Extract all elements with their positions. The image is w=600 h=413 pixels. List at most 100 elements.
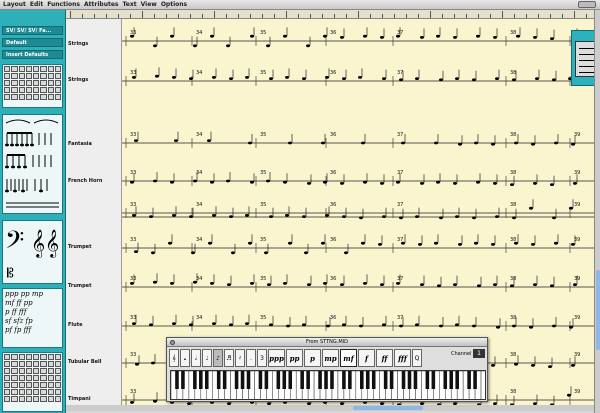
tool-icon[interactable] <box>11 73 18 79</box>
piano-black-key[interactable] <box>365 371 370 389</box>
symbol-icon[interactable] <box>47 361 54 367</box>
symbol-icon[interactable] <box>47 389 54 395</box>
symbol-icon[interactable] <box>11 354 18 360</box>
symbol-icon[interactable] <box>40 375 47 381</box>
vertical-scroll-thumb[interactable] <box>596 270 600 350</box>
dynamic-mp-button[interactable]: mp <box>322 349 339 367</box>
symbol-icon[interactable] <box>4 382 11 388</box>
dynamics-row[interactable]: p ff fff <box>5 308 60 317</box>
symbol-icon[interactable] <box>33 389 40 395</box>
symbol-icon[interactable] <box>11 382 18 388</box>
tool-icon[interactable] <box>33 66 40 72</box>
floating-part-box-contents[interactable] <box>575 41 594 77</box>
piano-black-key[interactable] <box>175 371 179 389</box>
menu-text[interactable]: Text <box>122 1 136 8</box>
tool-icon[interactable] <box>4 73 11 79</box>
piano-black-key[interactable] <box>407 371 412 389</box>
menu-options[interactable]: Options <box>161 1 187 8</box>
piano-black-key[interactable] <box>389 371 394 389</box>
tool-icon[interactable] <box>4 94 11 100</box>
dynamics-row[interactable]: sf sfz fp <box>5 317 60 326</box>
symbol-icon[interactable] <box>18 368 25 374</box>
piano-black-key[interactable] <box>318 371 322 389</box>
dynamic-f-button[interactable]: f <box>358 349 375 367</box>
piano-black-key[interactable] <box>473 371 477 389</box>
piano-black-key[interactable] <box>443 371 448 389</box>
tool-icon[interactable] <box>25 80 32 86</box>
menu-functions[interactable]: Functions <box>47 1 80 8</box>
piano-black-key[interactable] <box>360 371 364 389</box>
piano-black-key[interactable] <box>467 371 471 389</box>
palette-selector-button[interactable]: SV/ SV/ SV/ Fa... <box>2 26 63 35</box>
symbol-icon[interactable] <box>11 396 18 402</box>
tool-icon[interactable] <box>11 94 18 100</box>
piano-black-key[interactable] <box>306 371 310 389</box>
quantize-button[interactable]: Q <box>412 349 422 367</box>
symbol-icon[interactable] <box>40 389 47 395</box>
tool-icon[interactable] <box>40 73 47 79</box>
tool-icon[interactable] <box>54 80 61 86</box>
tool-icon[interactable] <box>40 87 47 93</box>
default-button[interactable]: Default <box>2 38 63 47</box>
dynamics-row[interactable]: pf fp fff <box>5 326 60 335</box>
tool-icon[interactable] <box>18 73 25 79</box>
menu-layout[interactable]: Layout <box>3 1 26 8</box>
symbol-icon[interactable] <box>47 368 54 374</box>
symbol-icon[interactable] <box>33 382 40 388</box>
symbol-icon[interactable] <box>54 389 61 395</box>
clef-icons[interactable]: 𝄢 𝄞 𝄞 𝄡 <box>3 221 62 283</box>
piano-black-key[interactable] <box>431 371 436 389</box>
piano-black-key[interactable] <box>234 371 239 389</box>
dynamic-mf-button[interactable]: mf <box>340 349 357 367</box>
half-note-button[interactable]: 𝅗𝅥 <box>191 349 201 367</box>
symbol-icon[interactable] <box>25 389 32 395</box>
symbol-icon[interactable] <box>4 368 11 374</box>
symbol-icon[interactable] <box>54 354 61 360</box>
piano-black-key[interactable] <box>348 371 352 389</box>
symbol-icon[interactable] <box>54 382 61 388</box>
triplet-button[interactable]: 3 <box>257 349 267 367</box>
tool-icon[interactable] <box>18 66 25 72</box>
tool-icon[interactable] <box>54 87 61 93</box>
whole-note-button[interactable]: 𝅝 <box>180 349 190 367</box>
symbol-icon[interactable] <box>47 375 54 381</box>
tool-icon[interactable] <box>47 80 54 86</box>
tool-icon[interactable] <box>11 87 18 93</box>
symbol-icon[interactable] <box>11 389 18 395</box>
symbol-icon[interactable] <box>33 396 40 402</box>
symbol-icon[interactable] <box>4 389 11 395</box>
window-zoom-button[interactable] <box>578 1 596 8</box>
symbol-icon[interactable] <box>25 361 32 367</box>
quarter-note-button[interactable]: ♩ <box>202 349 212 367</box>
dynamic-ppp-button[interactable]: ppp <box>268 349 285 367</box>
tool-icon[interactable] <box>11 66 18 72</box>
piano-black-key[interactable] <box>199 371 203 389</box>
dynamic-pp-button[interactable]: pp <box>286 349 303 367</box>
tool-icon[interactable] <box>25 94 32 100</box>
symbol-icon[interactable] <box>25 354 32 360</box>
bar-ruler[interactable] <box>66 10 594 19</box>
piano-black-key[interactable] <box>216 371 221 389</box>
eighth-note-button[interactable]: ♪ <box>213 349 223 367</box>
symbol-icon[interactable] <box>18 375 25 381</box>
symbol-icon[interactable] <box>40 382 47 388</box>
piano-black-key[interactable] <box>383 371 388 389</box>
horizontal-scrollbar[interactable] <box>66 405 594 411</box>
symbol-icon[interactable] <box>33 361 40 367</box>
symbol-icon[interactable] <box>47 396 54 402</box>
symbol-icon[interactable] <box>40 361 47 367</box>
tool-icon[interactable] <box>54 73 61 79</box>
tool-icon[interactable] <box>40 80 47 86</box>
tool-icon[interactable] <box>18 87 25 93</box>
symbol-icon[interactable] <box>54 368 61 374</box>
symbol-icon[interactable] <box>18 389 25 395</box>
tool-icon[interactable] <box>11 80 18 86</box>
tool-icon[interactable] <box>25 87 32 93</box>
tool-icon[interactable] <box>47 73 54 79</box>
symbol-icon[interactable] <box>40 396 47 402</box>
piano-black-key[interactable] <box>264 371 269 389</box>
symbol-icon[interactable] <box>4 375 11 381</box>
symbol-icon[interactable] <box>11 375 18 381</box>
piano-black-key[interactable] <box>276 371 281 389</box>
piano-black-key[interactable] <box>282 371 287 389</box>
